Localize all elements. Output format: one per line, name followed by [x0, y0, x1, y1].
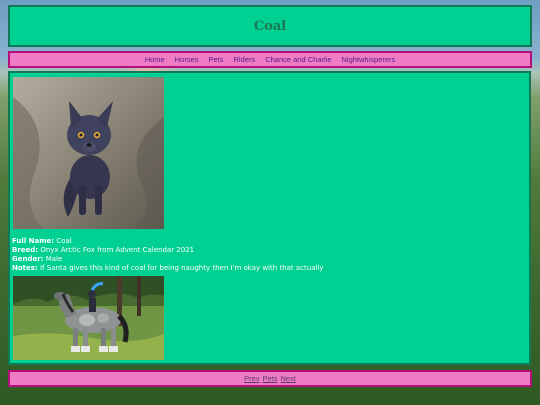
arctic-fox-image — [13, 77, 164, 229]
next-link[interactable]: Next — [281, 374, 296, 383]
pets-link[interactable]: Pets — [262, 374, 277, 383]
nav-horses[interactable]: Horses — [175, 55, 199, 64]
gender-value: Male — [45, 255, 63, 263]
footer-nav: Prev Pets Next — [8, 370, 532, 387]
nav-chance-and-charlie[interactable]: Chance and Charlie — [265, 55, 331, 64]
rider-photo — [13, 276, 164, 360]
nav-riders[interactable]: Riders — [234, 55, 256, 64]
full-name-row: Full Name: Coal — [12, 237, 522, 246]
nav-nightwhisperers[interactable]: Nightwhisperers — [342, 55, 396, 64]
page-title: Coal — [253, 18, 287, 34]
notes-value: If Santa gives this kind of coal for bei… — [39, 264, 324, 272]
full-name-label: Full Name: — [12, 237, 55, 245]
notes-label: Notes: — [12, 264, 38, 272]
breed-row: Breed: Onyx Arctic Fox from Advent Calen… — [12, 246, 522, 255]
fox-photo — [13, 77, 164, 229]
horse-and-rider-image — [13, 276, 164, 360]
nav-pets[interactable]: Pets — [209, 55, 224, 64]
notes-row: Notes: If Santa gives this kind of coal … — [12, 264, 522, 273]
header-banner: Coal — [8, 5, 532, 47]
full-name-value: Coal — [56, 237, 72, 245]
prev-link[interactable]: Prev — [244, 374, 259, 383]
breed-label: Breed: — [12, 246, 39, 254]
main-nav: Home Horses Pets Riders Chance and Charl… — [8, 51, 532, 68]
breed-value: Onyx Arctic Fox from Advent Calendar 202… — [40, 246, 195, 254]
pet-info: Full Name: Coal Breed: Onyx Arctic Fox f… — [12, 237, 522, 273]
gender-label: Gender: — [12, 255, 44, 263]
content-panel: Full Name: Coal Breed: Onyx Arctic Fox f… — [8, 71, 531, 365]
nav-home[interactable]: Home — [145, 55, 165, 64]
gender-row: Gender: Male — [12, 255, 522, 264]
